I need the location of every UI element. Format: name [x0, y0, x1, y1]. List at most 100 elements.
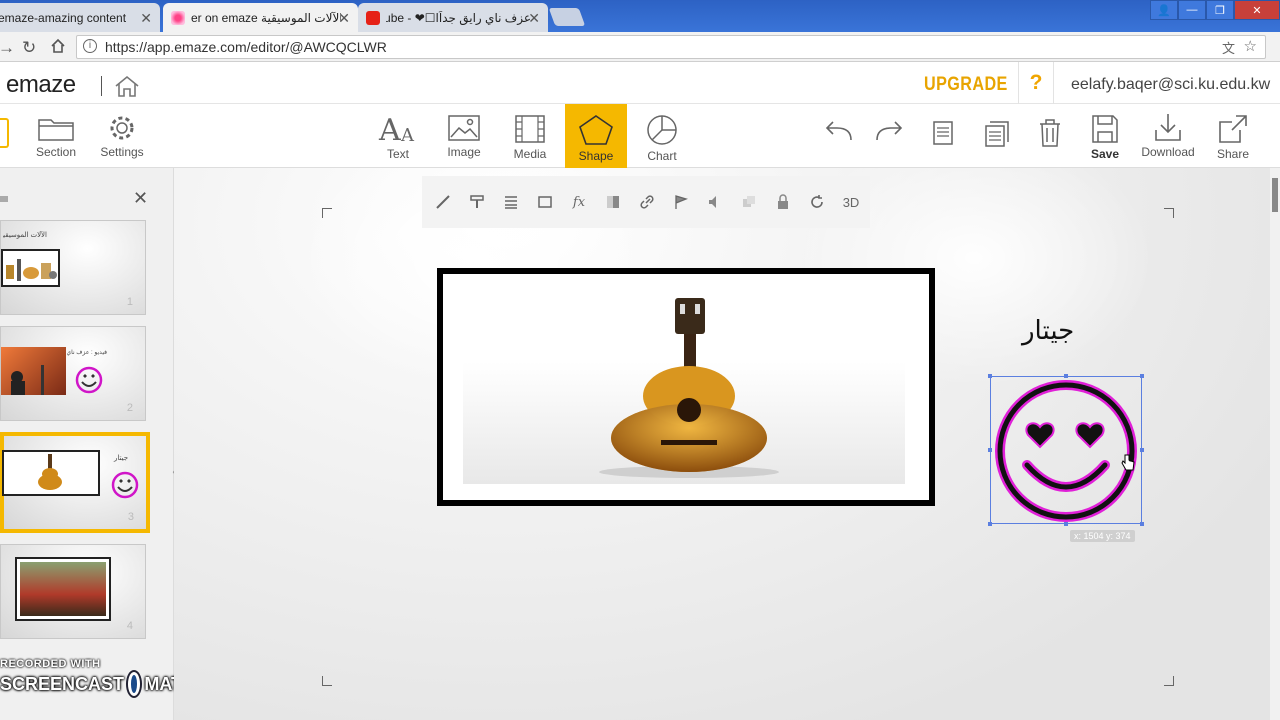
- canvas-corner-marker: [322, 208, 332, 218]
- user-email[interactable]: eelafy.baqer@sci.ku.edu.kw: [1071, 76, 1270, 94]
- share-button[interactable]: Share: [1210, 104, 1256, 168]
- slide-title-text[interactable]: جيتار: [1022, 316, 1074, 346]
- 3d-button[interactable]: 3D: [834, 185, 868, 219]
- notes-icon: [933, 121, 953, 145]
- bookmark-star-icon[interactable]: ☆: [1244, 37, 1257, 55]
- tab-close-icon[interactable]: ✕: [338, 10, 350, 27]
- redo-button[interactable]: [870, 104, 910, 168]
- section-button[interactable]: Section: [30, 104, 82, 168]
- url-input[interactable]: i https://app.emaze.com/editor/@AWCQCLWR…: [76, 35, 1266, 59]
- settings-button[interactable]: Settings: [96, 104, 148, 168]
- chart-button[interactable]: Chart: [636, 104, 688, 168]
- line-weight-icon[interactable]: [494, 185, 528, 219]
- rotate-icon[interactable]: [800, 185, 834, 219]
- paint-roller-icon[interactable]: [460, 185, 494, 219]
- guitar-image-frame[interactable]: [437, 268, 935, 506]
- duplicate-button[interactable]: [978, 104, 1016, 168]
- film-icon: [515, 115, 545, 143]
- slide-thumb-3-active[interactable]: جيتار 3: [0, 432, 150, 533]
- image-button[interactable]: Image: [438, 104, 490, 168]
- link-icon[interactable]: [630, 185, 664, 219]
- watermark-text-a: SCREENCAST: [0, 673, 125, 694]
- slide-thumb-4[interactable]: 4: [0, 544, 146, 639]
- browser-tab-1[interactable]: emaze-amazing content ✕: [0, 3, 160, 32]
- forward-icon[interactable]: →: [0, 38, 15, 58]
- vertical-scrollbar[interactable]: [1270, 168, 1280, 720]
- slide-number: 4: [126, 620, 133, 632]
- window-user-icon[interactable]: 👤: [1150, 0, 1178, 20]
- lock-icon[interactable]: [766, 185, 800, 219]
- selected-shape[interactable]: [988, 374, 1144, 526]
- resize-handle[interactable]: [988, 448, 992, 452]
- notes-button[interactable]: [924, 104, 962, 168]
- gradient-icon[interactable]: [596, 185, 630, 219]
- share-label: Share: [1216, 147, 1250, 161]
- resize-handle[interactable]: [1064, 522, 1068, 526]
- translate-icon[interactable]: 文: [1222, 38, 1235, 57]
- new-tab-button[interactable]: [548, 8, 586, 26]
- brush-icon[interactable]: [426, 185, 460, 219]
- svg-text:A: A: [400, 125, 415, 144]
- border-icon[interactable]: [528, 185, 562, 219]
- guitar-image[interactable]: [463, 280, 905, 484]
- browser-tab-2[interactable]: er on emaze الآلات الموسيقية ✕: [163, 3, 358, 32]
- reload-icon[interactable]: ↻: [22, 38, 36, 58]
- close-panel-icon[interactable]: ✕: [133, 188, 148, 209]
- resize-handle[interactable]: [1140, 448, 1144, 452]
- resize-handle[interactable]: [988, 374, 992, 378]
- site-info-icon[interactable]: i: [83, 39, 97, 53]
- sound-icon[interactable]: [698, 185, 732, 219]
- upgrade-button[interactable]: UPGRADE: [924, 74, 1008, 96]
- media-button[interactable]: Media: [504, 104, 556, 168]
- tab-close-icon[interactable]: ✕: [140, 10, 152, 27]
- effects-fx-icon[interactable]: fx: [562, 185, 596, 219]
- text-icon: AA: [378, 114, 415, 144]
- slide-caption: جيتار: [114, 455, 129, 462]
- emaze-logo[interactable]: emaze: [6, 71, 76, 99]
- hand-cursor-icon: [1121, 454, 1135, 471]
- tab-title: emaze-amazing content: [0, 10, 127, 25]
- minimize-icon[interactable]: —: [1178, 0, 1206, 20]
- scrollbar-thumb[interactable]: [1272, 178, 1278, 212]
- address-bar: → ↻ i https://app.emaze.com/editor/@AWCQ…: [0, 32, 1280, 62]
- app-header: emaze UPGRADE ? eelafy.baqer@sci.ku.edu.…: [0, 62, 1280, 104]
- panel-grip-icon[interactable]: [0, 196, 8, 202]
- panel-toggle-icon[interactable]: [0, 118, 9, 148]
- flag-icon[interactable]: [664, 185, 698, 219]
- gear-icon: [110, 116, 134, 140]
- url-text: https://app.emaze.com/editor/@AWCQCLWR: [105, 39, 387, 55]
- resize-handle[interactable]: [1064, 374, 1068, 378]
- canvas-corner-marker: [1164, 676, 1174, 686]
- slides-panel: ✕ الآلات الموسيقية 1 فيديو : عزف ناي 2 ج…: [0, 168, 200, 720]
- svg-text:A: A: [378, 114, 401, 144]
- delete-button[interactable]: [1032, 104, 1068, 168]
- layers-icon[interactable]: [732, 185, 766, 219]
- download-label: Download: [1141, 145, 1195, 159]
- slide-caption: الآلات الموسيقية: [3, 232, 47, 239]
- close-window-icon[interactable]: ✕: [1234, 0, 1280, 20]
- resize-handle[interactable]: [988, 522, 992, 526]
- slide-canvas[interactable]: fx 3D جيتار x: 1504 y: 374: [174, 168, 1270, 720]
- restore-icon[interactable]: ❐: [1206, 0, 1234, 20]
- help-button[interactable]: ?: [1018, 62, 1054, 104]
- undo-button[interactable]: [818, 104, 858, 168]
- resize-handle[interactable]: [1140, 522, 1144, 526]
- coordinates-tooltip: x: 1504 y: 374: [1070, 530, 1135, 542]
- canvas-corner-marker: [1164, 208, 1174, 218]
- home-nav-icon[interactable]: [50, 38, 66, 59]
- shape-button[interactable]: Shape: [565, 104, 627, 168]
- text-button[interactable]: AA Text: [372, 104, 424, 168]
- slide-thumb-1[interactable]: الآلات الموسيقية 1: [0, 220, 146, 315]
- editor-toolbar: Section Settings AA Text Image Media Sha…: [0, 104, 1280, 168]
- browser-tab-3[interactable]: عزف ناي رايق جداًا☐❤ - ube ✕: [358, 3, 548, 32]
- tab-close-icon[interactable]: ✕: [528, 10, 540, 27]
- watermark-line1: RECORDED WITH: [0, 658, 101, 670]
- guitarist-image: [15, 557, 111, 621]
- save-button[interactable]: Save: [1084, 104, 1126, 168]
- resize-handle[interactable]: [1140, 374, 1144, 378]
- download-button[interactable]: Download: [1138, 104, 1198, 168]
- smiley-icon: [111, 471, 139, 499]
- slide-thumb-2[interactable]: فيديو : عزف ناي 2: [0, 326, 146, 421]
- instruments-image: [1, 249, 60, 287]
- home-icon[interactable]: [114, 75, 140, 102]
